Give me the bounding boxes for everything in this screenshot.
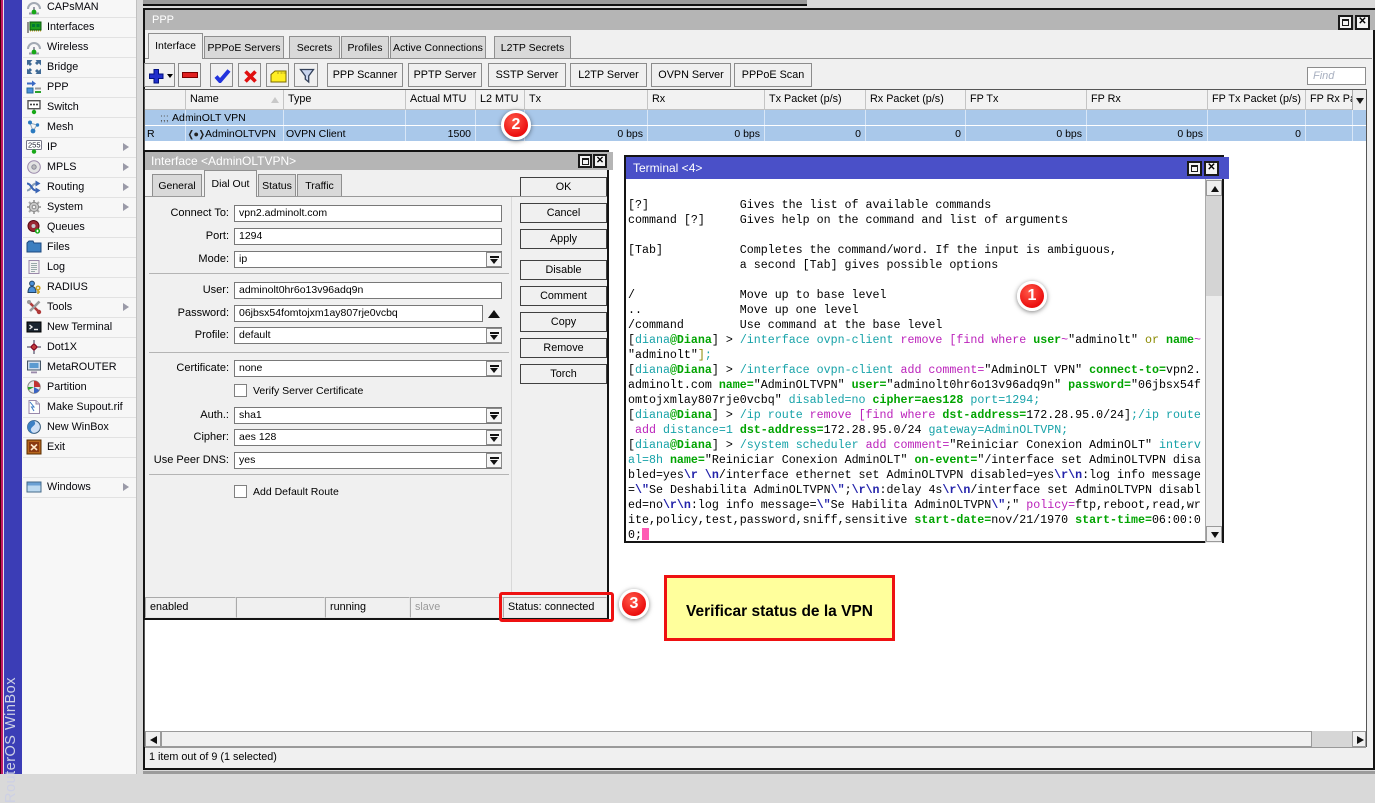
svg-text:255: 255 <box>28 141 41 150</box>
